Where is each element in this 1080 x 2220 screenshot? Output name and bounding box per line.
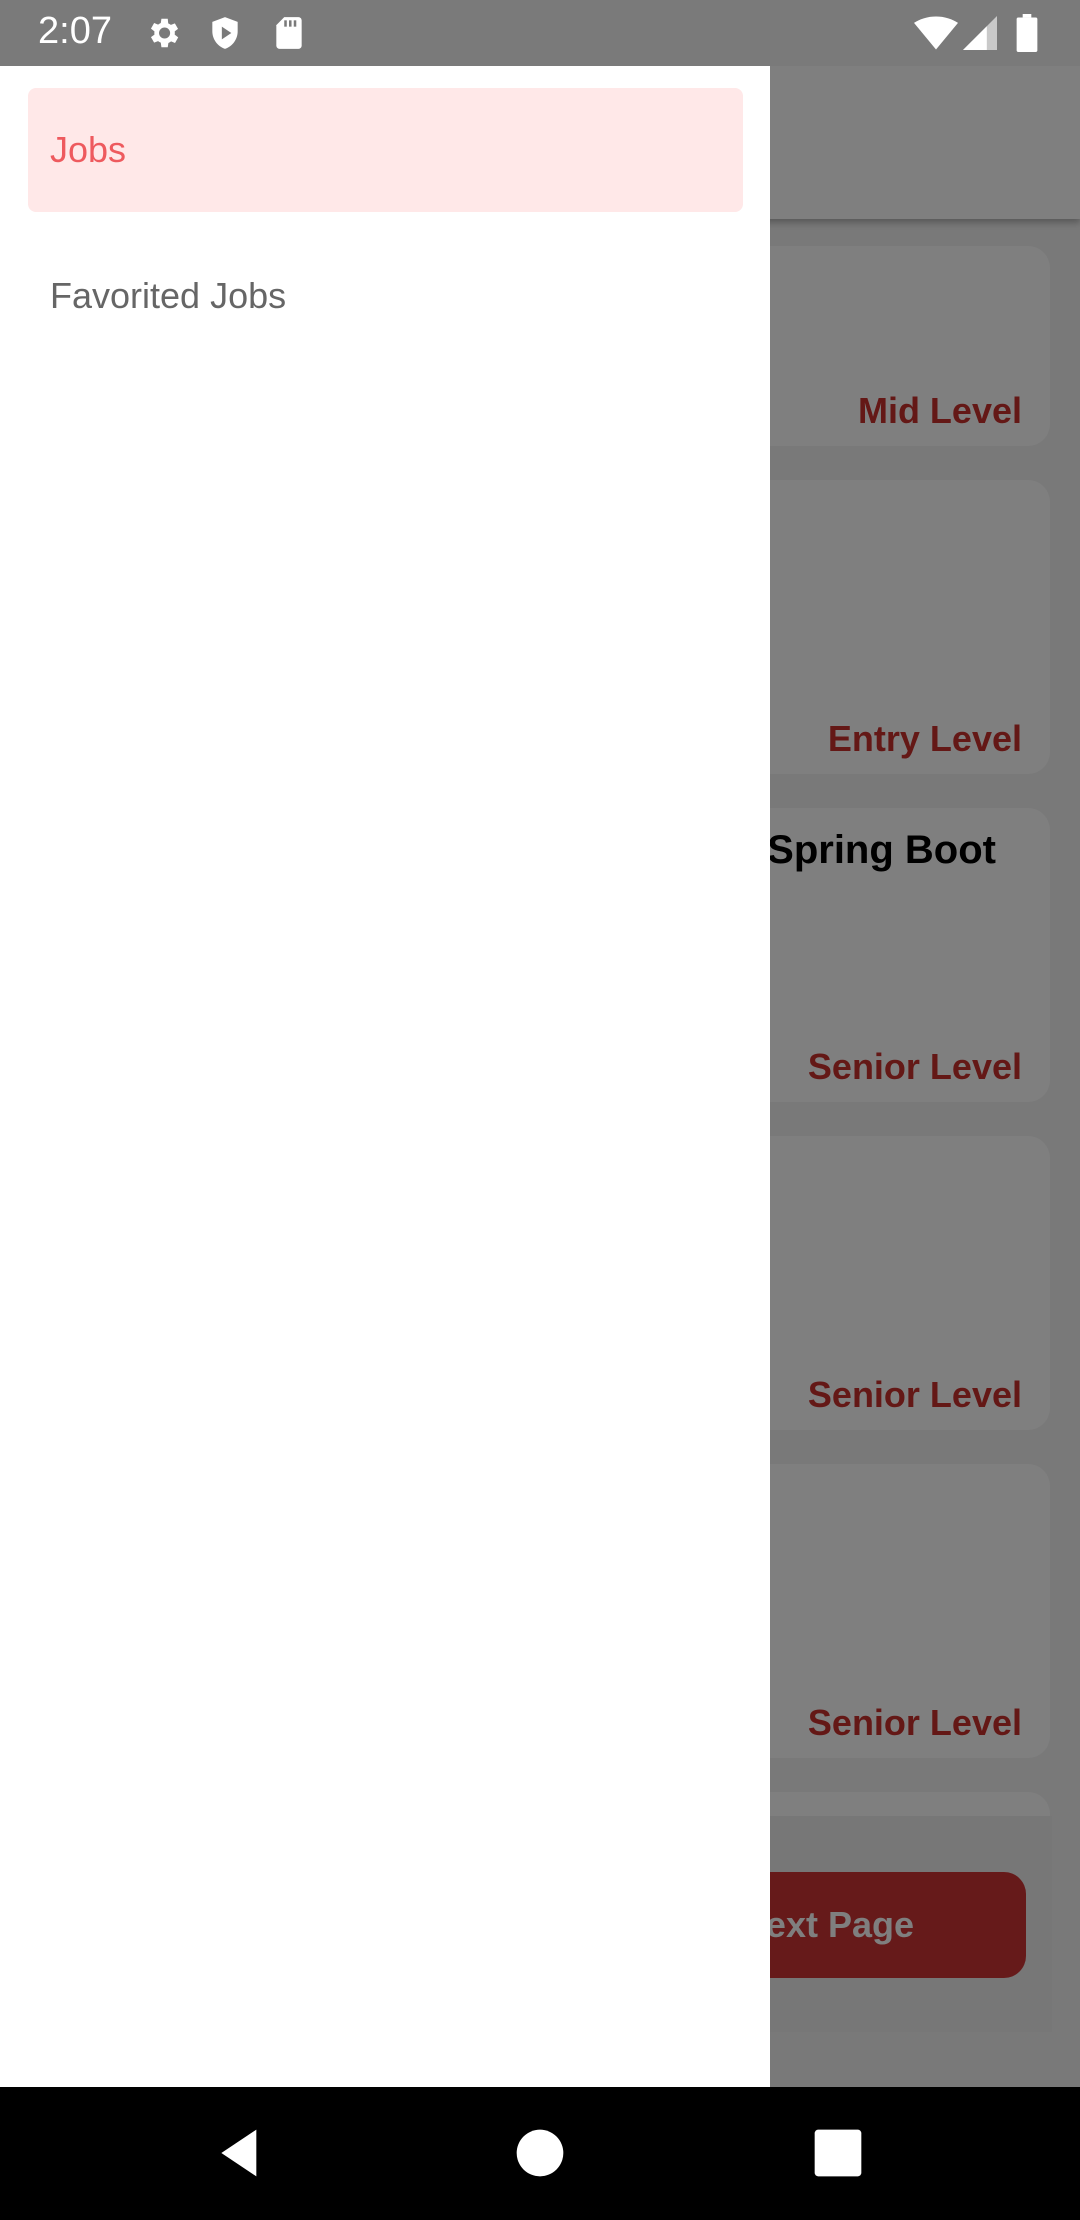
- system-nav-bar: [0, 2087, 1080, 2220]
- drawer-item-favorited-jobs[interactable]: Favorited Jobs: [28, 234, 743, 358]
- wifi-icon: [914, 16, 958, 50]
- battery-icon: [1016, 14, 1038, 52]
- home-icon[interactable]: [512, 2125, 568, 2181]
- recents-icon[interactable]: [810, 2125, 866, 2181]
- drawer-item-label: Jobs: [50, 129, 127, 170]
- navigation-drawer: Jobs Favorited Jobs: [0, 66, 770, 2087]
- sd-card-icon: [276, 17, 302, 49]
- status-time: 2:07: [38, 10, 112, 52]
- gear-icon: [150, 18, 179, 48]
- shield-play-icon: [212, 17, 238, 49]
- status-bar: 2:07: [0, 0, 1080, 66]
- back-icon[interactable]: [212, 2125, 268, 2181]
- signal-icon: [963, 16, 997, 50]
- screen: Mid Level Entry Level Spring Boot Senior…: [0, 0, 1080, 2220]
- drawer-item-label: Favorited Jobs: [50, 275, 287, 316]
- drawer-item-jobs[interactable]: Jobs: [28, 88, 743, 212]
